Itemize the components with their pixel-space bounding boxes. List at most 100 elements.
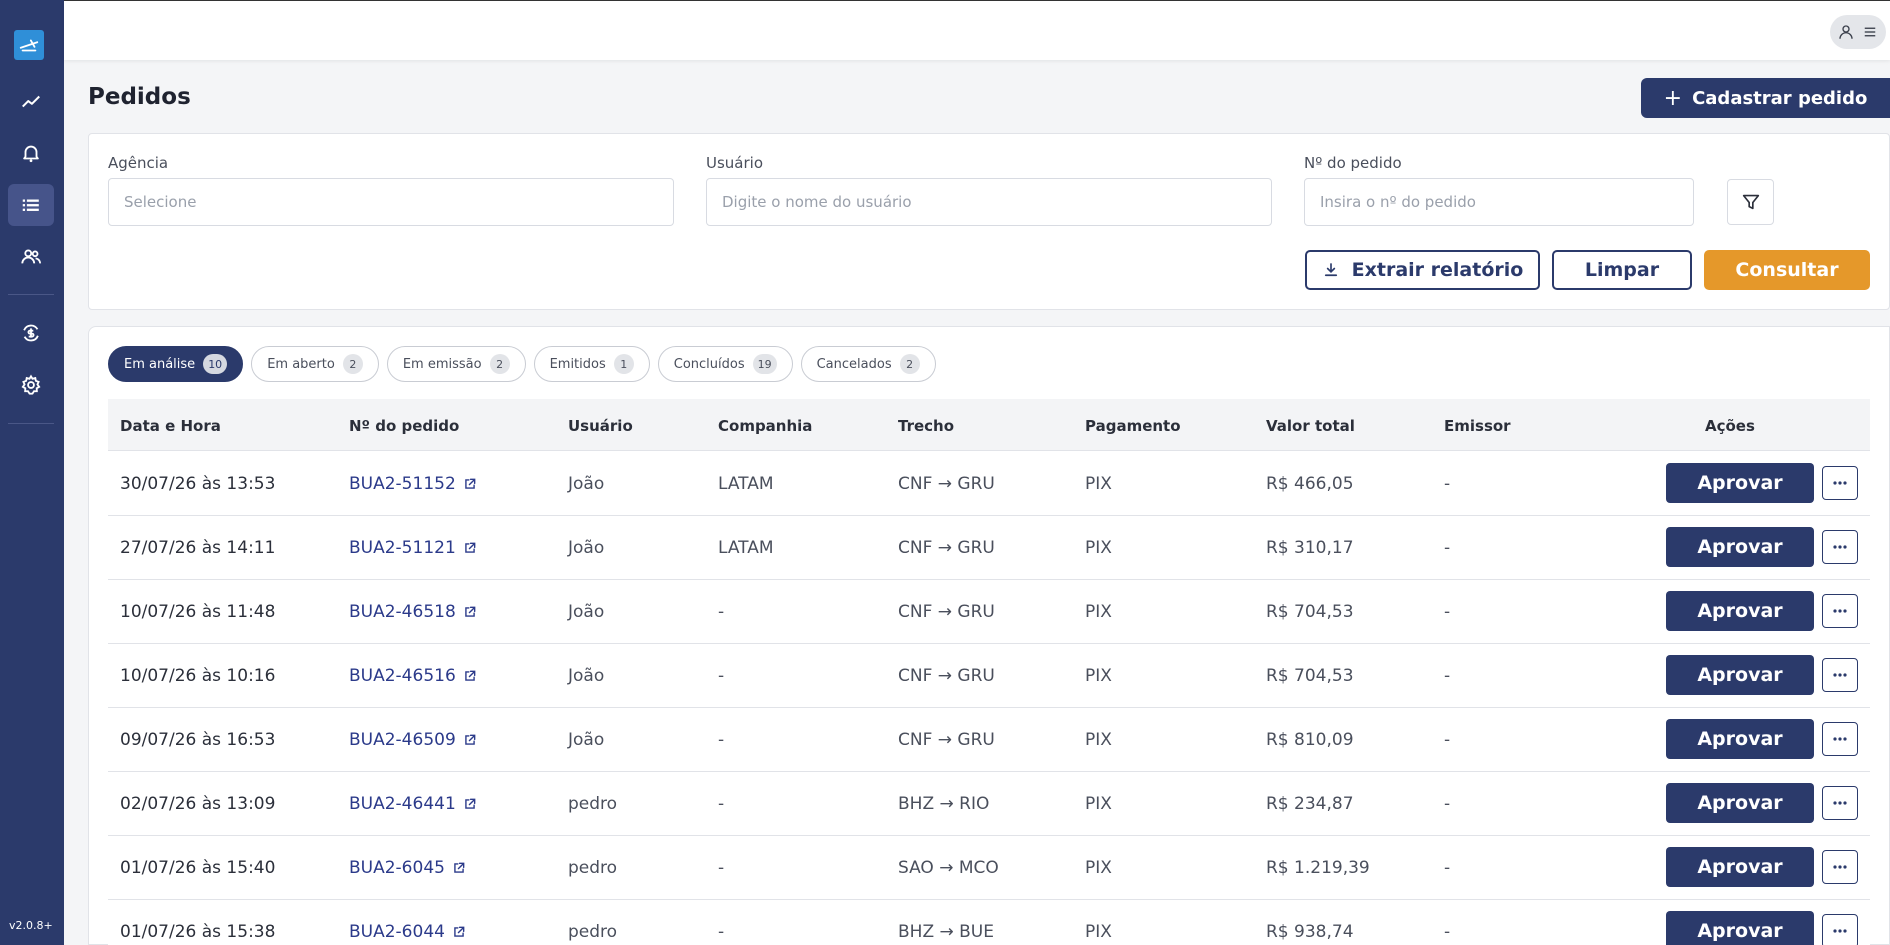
more-options-icon [1833,801,1847,805]
sidebar-item-dashboard[interactable] [8,81,54,123]
cell-company: - [718,922,725,942]
more-options-icon [1833,609,1847,613]
more-options-button[interactable] [1822,914,1858,945]
tab-count-badge: 1 [613,354,634,374]
external-link-icon [454,926,465,937]
cell-user: João [568,538,605,558]
cell-date: 09/07/26 às 16:53 [120,730,276,750]
more-options-button[interactable] [1822,466,1858,500]
approve-button[interactable]: Aprovar [1666,847,1814,887]
column-header-order: Nº do pedido [349,417,460,435]
column-header-actions: Ações [1705,417,1755,435]
approve-button[interactable]: Aprovar [1666,463,1814,503]
order-number-link[interactable]: BUA2-6045 [349,858,466,878]
more-options-button[interactable] [1822,658,1858,692]
cell-issuer: - [1444,858,1451,878]
tab-label: Em emissão [402,356,482,372]
table-row: 10/07/26 às 11:48 BUA2-46518 João - CNF → GR… [108,580,1870,644]
order-number-link[interactable]: BUA2-51121 [349,538,477,558]
cell-company: LATAM [718,538,774,558]
cell-payment: PIX [1085,858,1112,878]
sidebar-item-settings[interactable] [8,364,54,406]
order-number-link[interactable]: BUA2-6044 [349,922,466,942]
sidebar-item-users[interactable] [8,236,54,278]
order-number-link[interactable]: BUA2-46516 [349,666,477,686]
user-input[interactable]: Digite o nome do usuário [706,178,1272,226]
cell-company: - [718,858,725,878]
column-header-payment: Pagamento [1085,417,1181,435]
order-number-link[interactable]: BUA2-46509 [349,730,477,750]
tab-emitidos[interactable]: Emitidos 1 [533,346,650,382]
more-options-button[interactable] [1822,850,1858,884]
currency-exchange-icon [23,324,39,342]
order-number-input[interactable]: Insira o nº do pedido [1304,178,1694,226]
tab-label: Em aberto [267,356,335,372]
more-options-button[interactable] [1822,786,1858,820]
logo-icon [19,39,39,52]
user-label: Usuário [706,154,764,172]
table-row: 10/07/26 às 10:16 BUA2-46516 João - CNF → GR… [108,644,1870,708]
column-header-date: Data e Hora [120,417,221,435]
app-version: v2.0.8+ [9,919,53,932]
approve-button[interactable]: Aprovar [1666,719,1814,759]
sidebar-item-notifications[interactable] [8,132,54,174]
sidebar-item-orders[interactable] [8,184,54,226]
tab-label: Cancelados [816,356,892,372]
cell-issuer: - [1444,922,1451,942]
tab-em-analise[interactable]: Em análise 10 [108,346,244,382]
extract-report-button[interactable]: Extrair relatório [1305,250,1540,290]
approve-button[interactable]: Aprovar [1666,911,1814,945]
page-title: Pedidos [88,84,191,110]
cell-order-number: BUA2-46509 [349,730,456,750]
tab-em-aberto[interactable]: Em aberto 2 [251,346,379,382]
cell-issuer: - [1444,602,1451,622]
tab-cancelados[interactable]: Cancelados 2 [800,346,936,382]
tab-label: Emitidos [549,356,606,372]
more-options-button[interactable] [1822,594,1858,628]
cell-user: pedro [568,794,618,814]
table-row: 02/07/26 às 13:09 BUA2-46441 pedro - BHZ → R… [108,772,1870,836]
external-link-icon [464,670,476,681]
cell-date: 27/07/26 às 14:11 [120,538,276,558]
more-options-icon [1833,737,1847,741]
chart-line-icon [22,95,40,108]
clear-button[interactable]: Limpar [1552,250,1692,290]
approve-button[interactable]: Aprovar [1666,591,1814,631]
sidebar-divider [8,423,54,424]
agency-select[interactable]: Selecione [108,178,674,226]
cell-route: CNF → GRU [898,602,995,622]
cell-company: - [718,794,725,814]
cell-user: pedro [568,922,618,942]
cell-total: R$ 810,09 [1266,730,1354,750]
app-logo[interactable] [14,30,44,60]
user-menu-button[interactable] [1830,15,1886,49]
sidebar-item-exchange[interactable] [8,312,54,354]
search-button[interactable]: Consultar [1704,250,1870,290]
table-header: Data e Hora Nº do pedido Usuário Companh… [108,399,1870,451]
cell-payment: PIX [1085,922,1112,942]
more-options-button[interactable] [1822,722,1858,756]
cell-payment: PIX [1085,474,1112,494]
more-options-button[interactable] [1822,530,1858,564]
approve-button[interactable]: Aprovar [1666,655,1814,695]
cell-total: R$ 704,53 [1266,666,1354,686]
create-order-button[interactable]: + Cadastrar pedido [1641,78,1890,118]
status-tabs: Em análise 10 Em aberto 2 Em emissão 2 E… [108,346,936,382]
cell-company: - [718,730,725,750]
tab-concluidos[interactable]: Concluídos 19 [657,346,793,382]
users-icon [21,249,42,264]
approve-button[interactable]: Aprovar [1666,783,1814,823]
cell-total: R$ 938,74 [1266,922,1354,942]
order-number-link[interactable]: BUA2-51152 [349,474,477,494]
topbar [64,0,1890,60]
cell-order-number: BUA2-46518 [349,602,456,622]
order-number-link[interactable]: BUA2-46518 [349,602,477,622]
cell-payment: PIX [1085,666,1112,686]
cell-user: João [568,666,605,686]
approve-button[interactable]: Aprovar [1666,527,1814,567]
tab-em-emissao[interactable]: Em emissão 2 [386,346,526,382]
more-options-icon [1833,545,1847,549]
advanced-filter-button[interactable] [1727,179,1774,225]
order-number-link[interactable]: BUA2-46441 [349,794,477,814]
plus-icon: + [1663,85,1683,111]
